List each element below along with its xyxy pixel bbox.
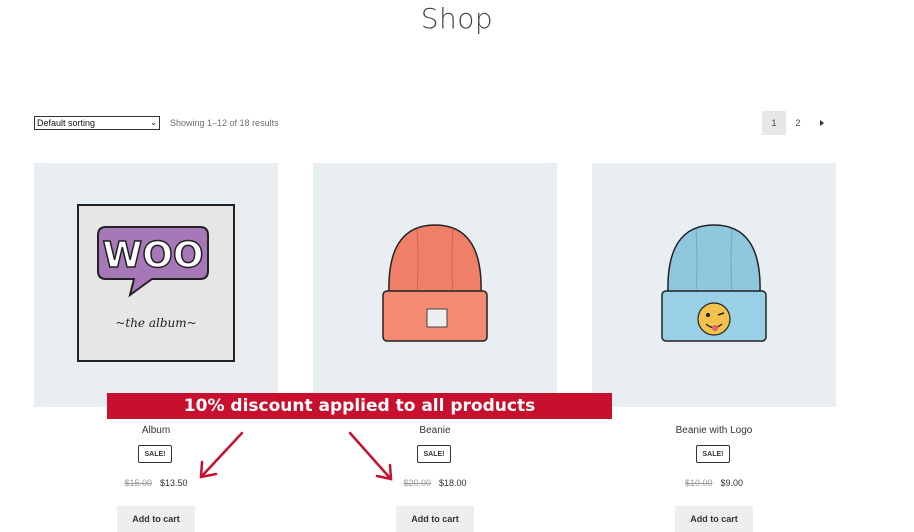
product-name[interactable]: Album	[34, 425, 278, 436]
sale-price: $18.00	[439, 478, 467, 488]
arrow-icon	[199, 431, 244, 479]
svg-text:WOO: WOO	[103, 235, 204, 276]
price-row: $10.00 $9.00	[592, 478, 836, 488]
sale-badge: SALE!	[417, 445, 451, 463]
result-count: Showing 1–12 of 18 results	[170, 118, 279, 128]
price-row: $20.00 $18.00	[313, 478, 557, 488]
sale-badge: SALE!	[138, 445, 172, 463]
beanie-image	[382, 224, 488, 342]
old-price: $10.00	[684, 478, 713, 488]
product-image-beanie-with-logo[interactable]	[592, 163, 836, 407]
page-2-button[interactable]: 2	[786, 111, 810, 135]
sort-select[interactable]: Default sorting ⌄	[34, 116, 160, 130]
next-page-button[interactable]	[810, 111, 834, 135]
price-row: $15.00 $13.50	[34, 478, 278, 488]
product-name[interactable]: Beanie	[313, 425, 557, 436]
add-to-cart-button[interactable]: Add to cart	[117, 506, 195, 532]
product-name[interactable]: Beanie with Logo	[592, 425, 836, 436]
page-title: Shop	[420, 2, 494, 35]
old-price: $15.00	[124, 478, 152, 488]
sort-select-value: Default sorting	[37, 118, 96, 128]
chevron-right-icon	[820, 120, 824, 126]
chevron-down-icon: ⌄	[150, 118, 157, 127]
add-to-cart-button[interactable]: Add to cart	[396, 506, 474, 532]
product-image-album[interactable]: WOO ~the album~	[34, 163, 278, 407]
discount-banner: 10% discount applied to all products	[107, 393, 612, 419]
arrow-icon	[348, 431, 393, 481]
old-price: $20.00	[403, 478, 431, 488]
add-to-cart-button[interactable]: Add to cart	[675, 506, 753, 532]
product-image-beanie[interactable]	[313, 163, 557, 407]
beanie-with-logo-image	[661, 224, 767, 342]
sale-price: $13.50	[160, 478, 188, 488]
svg-text:~the album~: ~the album~	[115, 316, 196, 330]
pagination: 1 2	[762, 111, 834, 135]
album-cover-image: WOO ~the album~	[77, 204, 235, 362]
page-1-button[interactable]: 1	[762, 111, 786, 135]
sale-price: $9.00	[720, 478, 744, 488]
sale-badge: SALE!	[696, 445, 730, 463]
